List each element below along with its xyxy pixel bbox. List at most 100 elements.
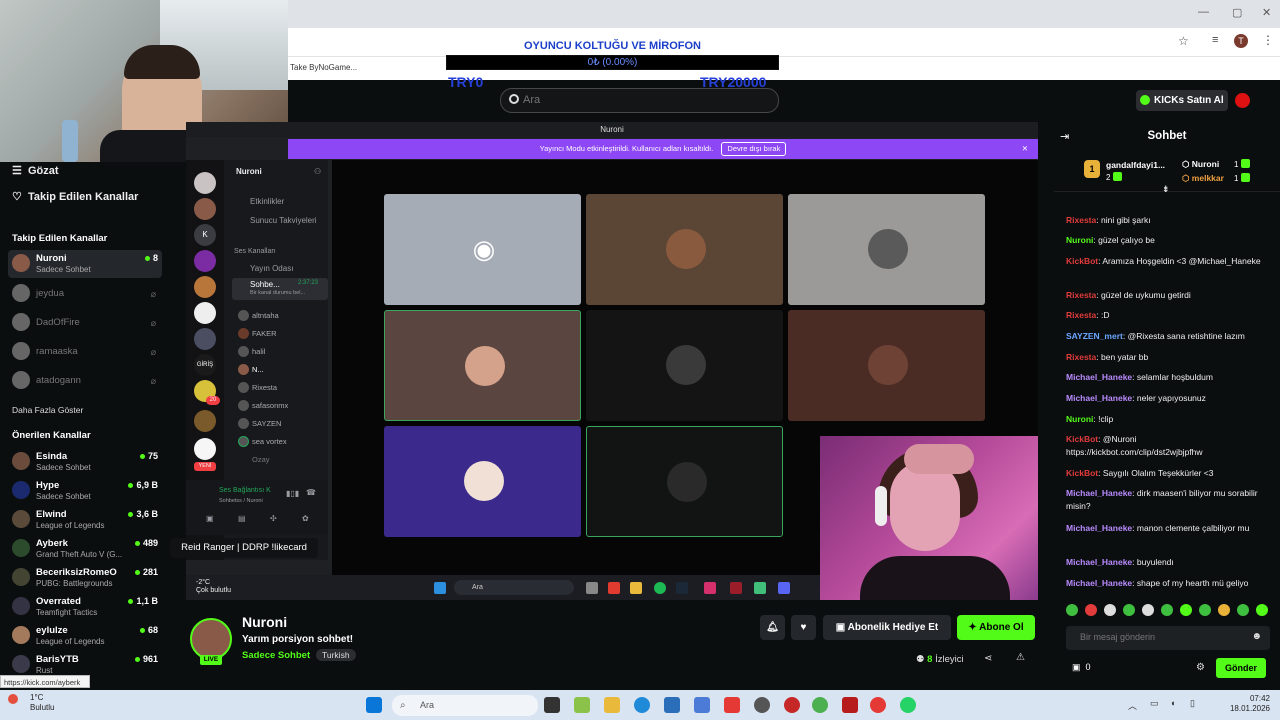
followed-channel-atadogann[interactable]: atadogann ⌀: [8, 367, 162, 395]
gift-subscription-button[interactable]: ▣ Abonelik Hediye Et: [823, 615, 951, 640]
profile-avatar[interactable]: T: [1234, 34, 1248, 48]
server-icon[interactable]: [194, 410, 216, 432]
recommended-channel-esinda[interactable]: Esinda Sadece Sohbet 75: [8, 448, 162, 476]
menu-icon[interactable]: ⋮: [1262, 33, 1274, 47]
app-icon[interactable]: [694, 697, 710, 713]
expand-icon[interactable]: ⇟: [1162, 184, 1170, 195]
network-icon[interactable]: ▭: [1150, 698, 1159, 709]
search-input[interactable]: [523, 94, 763, 106]
voice-user[interactable]: FAKER: [252, 329, 277, 338]
server-icon[interactable]: [194, 198, 216, 220]
task-view-icon[interactable]: [544, 697, 560, 713]
voice-user[interactable]: altntaha: [252, 311, 279, 320]
voice-user[interactable]: Ozay: [252, 455, 270, 464]
voice-tile[interactable]: [788, 310, 985, 421]
chat-username[interactable]: Michael_Haneke: [1066, 488, 1132, 498]
app-icon[interactable]: [842, 697, 858, 713]
close-icon[interactable]: ✕: [1262, 6, 1271, 19]
voice-user[interactable]: safasonmx: [252, 401, 288, 410]
voice-user[interactable]: SAYZEN: [252, 419, 281, 428]
recommended-channel-hype[interactable]: Hype Sadece Sohbet 6,9 B: [8, 477, 162, 505]
voice-category[interactable]: Ses Kanalları: [234, 248, 276, 255]
minimize-icon[interactable]: —: [1198, 6, 1209, 18]
stream-tag[interactable]: Turkish: [316, 649, 356, 661]
user-avatar[interactable]: [1235, 93, 1250, 108]
camera-icon[interactable]: ▣: [206, 514, 214, 523]
chat-input-box[interactable]: ☻: [1066, 626, 1270, 650]
voice-tile[interactable]: ◉: [384, 194, 581, 305]
chat-username[interactable]: Rixesta: [1066, 290, 1096, 300]
close-icon[interactable]: ✕: [1022, 139, 1028, 159]
voice-tile[interactable]: [384, 310, 581, 421]
chat-username[interactable]: SAYZEN_mert: [1066, 331, 1123, 341]
show-more-link[interactable]: Daha Fazla Göster: [12, 405, 83, 415]
taskbar-clock[interactable]: 07:42 18.01.2026: [1210, 694, 1270, 714]
recommended-channel-beceriksizromeo[interactable]: BeceriksizRomeO PUBG: Battlegrounds 281: [8, 564, 162, 592]
recommended-channel-ayberk[interactable]: Ayberk Grand Theft Auto V (G... 489: [8, 535, 162, 563]
voice-tile[interactable]: [788, 194, 985, 305]
voice-tile[interactable]: [586, 426, 783, 537]
nav-following[interactable]: ♡ Takip Edilen Kanallar: [12, 190, 138, 203]
share-icon[interactable]: ⋖: [984, 653, 992, 664]
volume-icon[interactable]: ◖: [1170, 698, 1175, 708]
chat-username[interactable]: Rixesta: [1066, 310, 1096, 320]
soundboard-icon[interactable]: ▮▯▮: [286, 489, 299, 498]
chat-username[interactable]: Nuroni: [1066, 414, 1093, 424]
followed-channel-dadoffire[interactable]: DadOfFire ⌀: [8, 309, 162, 337]
store-icon[interactable]: [664, 697, 680, 713]
chat-username[interactable]: KickBot: [1066, 468, 1098, 478]
emoji-icon[interactable]: ☻: [1251, 631, 1262, 642]
voice-user[interactable]: halil: [252, 347, 265, 356]
server-icon[interactable]: [194, 328, 216, 350]
emote-icon[interactable]: [1104, 604, 1116, 616]
chat-settings-icon[interactable]: ⚙: [1196, 662, 1205, 673]
emote-icon[interactable]: [1161, 604, 1173, 616]
followed-channel-ramaaska[interactable]: ramaaska ⌀: [8, 338, 162, 366]
gifter-name[interactable]: gandalfdayi1...: [1106, 160, 1165, 170]
chat-username[interactable]: Michael_Haneke: [1066, 393, 1132, 403]
followed-channel-nuroni[interactable]: Nuroni Sadece Sohbet 8: [8, 250, 162, 278]
follow-heart-button[interactable]: ♥: [791, 615, 816, 640]
activities-icon[interactable]: ✣: [270, 514, 277, 523]
subscribe-button[interactable]: ✦ Abone Ol: [957, 615, 1035, 640]
chat-input[interactable]: [1080, 632, 1240, 642]
chat-username[interactable]: Rixesta: [1066, 215, 1096, 225]
app-icon[interactable]: [574, 697, 590, 713]
tray-chevron-icon[interactable]: ︿: [1128, 699, 1137, 712]
emote-icon[interactable]: [1218, 604, 1230, 616]
voice-user[interactable]: N...: [252, 365, 264, 374]
buy-kicks-button[interactable]: KICKs Satın Al: [1136, 90, 1228, 111]
bookmark-star-icon[interactable]: ☆: [1178, 34, 1189, 48]
disable-streamer-mode-button[interactable]: Devre dışı bırak: [721, 142, 787, 156]
emote-icon[interactable]: [1085, 604, 1097, 616]
server-icon[interactable]: [194, 276, 216, 298]
server-icon[interactable]: [194, 438, 216, 460]
kicks-balance[interactable]: ▣ 0: [1072, 662, 1091, 673]
disconnect-icon[interactable]: ☎: [306, 488, 316, 497]
report-icon[interactable]: ⚠: [1016, 652, 1025, 663]
nav-browse[interactable]: ☰ Gözat: [12, 164, 59, 177]
server-icon[interactable]: [194, 250, 216, 272]
voice-tile[interactable]: [586, 310, 783, 421]
notification-bell-button[interactable]: 🔔︎: [760, 615, 785, 640]
emote-icon[interactable]: [1180, 604, 1192, 616]
voice-user[interactable]: sea vortex: [252, 437, 287, 446]
send-button[interactable]: Gönder: [1216, 658, 1266, 678]
screen-share-icon[interactable]: ▤: [238, 514, 246, 523]
app-icon[interactable]: [784, 697, 800, 713]
server-name[interactable]: Nuroni: [236, 167, 262, 176]
chat-username[interactable]: Michael_Haneke: [1066, 578, 1132, 588]
server-icon-giris[interactable]: GİRİŞ: [194, 354, 216, 376]
chat-username[interactable]: Michael_Haneke: [1066, 372, 1132, 382]
opera-icon[interactable]: [870, 697, 886, 713]
emote-icon[interactable]: [1237, 604, 1249, 616]
chat-username[interactable]: Michael_Haneke: [1066, 523, 1132, 533]
recommended-channel-eylulze[interactable]: eylulze League of Legends 68: [8, 622, 162, 650]
channel-boosts[interactable]: Sunucu Takviyeleri: [250, 216, 317, 225]
recommended-channel-elwind[interactable]: Elwind League of Legends 3,6 B: [8, 506, 162, 534]
chat-username[interactable]: Nuroni: [1066, 235, 1093, 245]
chat-username[interactable]: KickBot: [1066, 434, 1098, 444]
yandex-icon[interactable]: [724, 697, 740, 713]
gifter-row[interactable]: ⬡ Nuroni: [1182, 159, 1219, 170]
edge-icon[interactable]: [634, 697, 650, 713]
